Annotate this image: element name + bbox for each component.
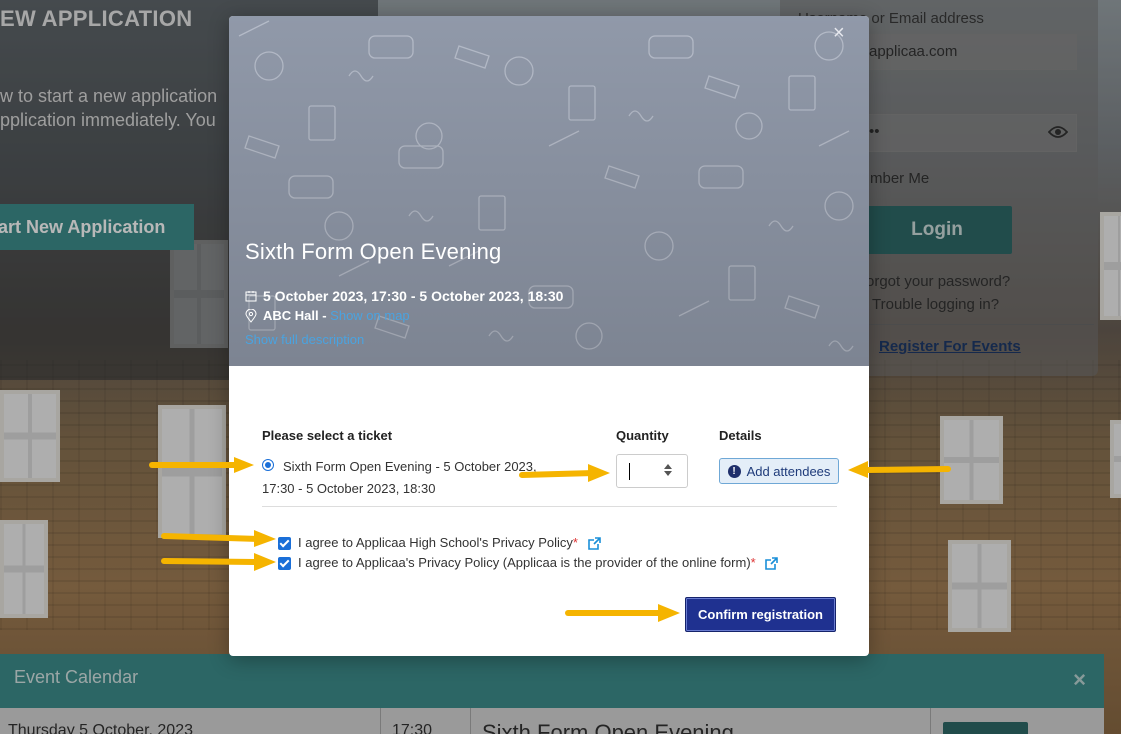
required-mark: * <box>750 555 756 570</box>
chevron-down-icon[interactable] <box>664 471 672 476</box>
external-link-icon[interactable] <box>587 537 601 550</box>
confirm-registration-button[interactable]: Confirm registration <box>685 597 836 632</box>
ticket-header: Please select a ticket <box>262 428 393 443</box>
divider <box>262 506 837 507</box>
external-link-icon[interactable] <box>765 557 779 570</box>
quantity-header: Quantity <box>616 428 669 443</box>
event-hero-banner: × Sixth Form Open Evening 5 October 2023… <box>229 16 869 366</box>
spinner-arrows[interactable] <box>662 462 674 482</box>
details-header: Details <box>719 428 762 443</box>
school-privacy-label[interactable]: I agree to Applicaa High School's Privac… <box>298 535 601 550</box>
ticket-label[interactable]: Sixth Form Open Evening - 5 October 2023… <box>262 456 562 500</box>
info-icon: ! <box>727 464 741 478</box>
event-location-row: ABC Hall - Show on map <box>245 308 410 323</box>
chevron-up-icon[interactable] <box>664 464 672 469</box>
add-attendees-label: Add attendees <box>746 463 831 479</box>
required-mark: * <box>572 535 578 550</box>
show-on-map-link[interactable]: Show on map <box>330 308 410 323</box>
location-pin-icon <box>245 308 257 323</box>
applicaa-privacy-label[interactable]: I agree to Applicaa's Privacy Policy (Ap… <box>298 555 779 570</box>
event-registration-modal: × Sixth Form Open Evening 5 October 2023… <box>229 16 869 656</box>
event-title: Sixth Form Open Evening <box>245 239 502 264</box>
text-caret <box>629 463 630 480</box>
applicaa-privacy-checkbox[interactable] <box>278 557 291 570</box>
show-description-link[interactable]: Show full description <box>245 332 364 347</box>
close-icon[interactable]: × <box>833 22 845 45</box>
event-location: ABC Hall - <box>263 308 331 323</box>
quantity-stepper[interactable] <box>616 454 688 488</box>
calendar-icon <box>245 291 257 302</box>
event-date: 5 October 2023, 17:30 - 5 October 2023, … <box>263 288 564 304</box>
school-privacy-checkbox[interactable] <box>278 537 291 550</box>
add-attendees-button[interactable]: ! Add attendees <box>719 458 839 484</box>
event-date-row: 5 October 2023, 17:30 - 5 October 2023, … <box>245 288 563 304</box>
